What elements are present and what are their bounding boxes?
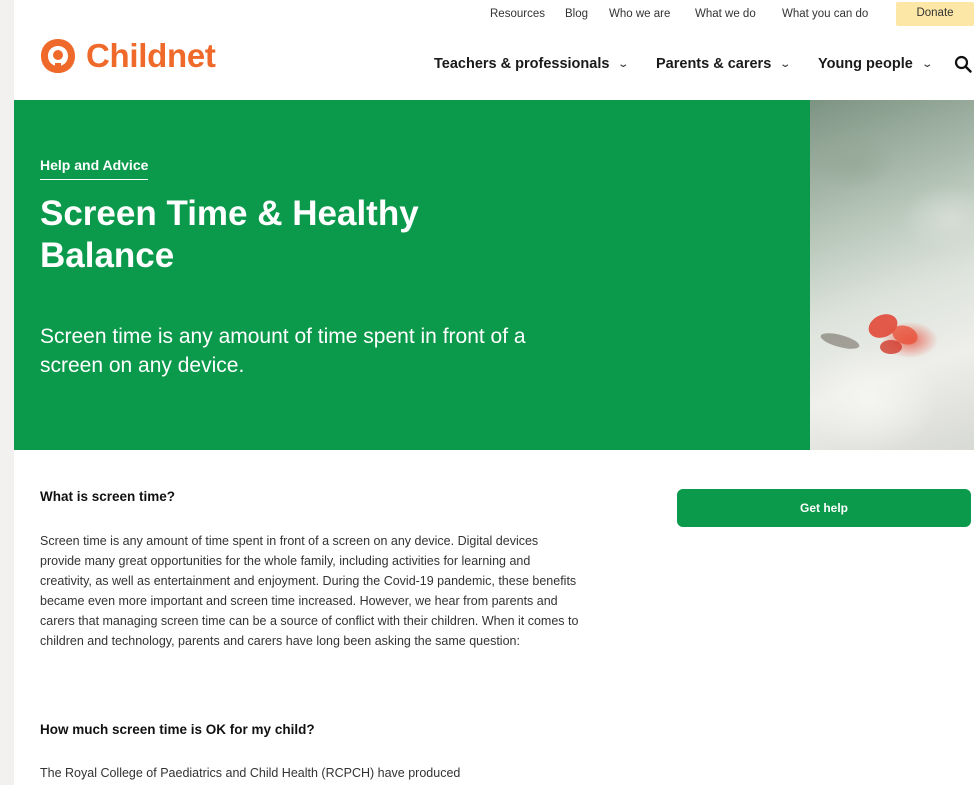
hero-image	[810, 100, 974, 450]
logo-text: Childnet	[86, 37, 216, 74]
nav-label: Young people	[818, 56, 913, 72]
nav-parents-carers[interactable]: Parents & carers ⌄	[656, 56, 792, 72]
hero-subtitle: Screen time is any amount of time spent …	[40, 325, 526, 377]
nav-teachers-professionals[interactable]: Teachers & professionals ⌄	[434, 56, 630, 72]
page-title: Screen Time & Healthy Balance	[40, 194, 419, 275]
section-heading-what-is-screen-time: What is screen time?	[40, 489, 176, 504]
chevron-down-icon: ⌄	[617, 58, 630, 70]
util-link-blog[interactable]: Blog	[565, 8, 588, 20]
get-help-button[interactable]: Get help	[677, 489, 971, 527]
logo-mark-icon	[41, 39, 75, 73]
section-body-what-is-screen-time: Screen time is any amount of time spent …	[40, 534, 579, 648]
chevron-down-icon: ⌄	[921, 58, 933, 70]
section-heading-how-much: How much screen time is OK for my child?	[40, 722, 315, 737]
section-body-how-much: The Royal College of Paediatrics and Chi…	[40, 766, 461, 780]
search-icon[interactable]	[954, 55, 972, 73]
util-link-who-we-are[interactable]: Who we are	[609, 8, 670, 20]
donate-button[interactable]: Donate	[896, 2, 974, 26]
chevron-down-icon: ⌄	[779, 58, 792, 70]
page: Resources Blog Who we are What we do Wha…	[14, 0, 974, 785]
utility-nav: Resources Blog Who we are What we do Wha…	[14, 0, 974, 28]
hero-eyebrow-link[interactable]: Help and Advice	[40, 157, 149, 180]
util-link-what-we-do[interactable]: What we do	[695, 8, 756, 20]
nav-label: Teachers & professionals	[434, 56, 610, 72]
childnet-logo[interactable]: Childnet	[38, 36, 216, 76]
util-link-resources[interactable]: Resources	[490, 8, 545, 20]
nav-young-people[interactable]: Young people ⌄	[818, 56, 933, 72]
nav-label: Parents & carers	[656, 56, 772, 72]
util-link-what-you-can-do[interactable]: What you can do	[782, 8, 868, 20]
